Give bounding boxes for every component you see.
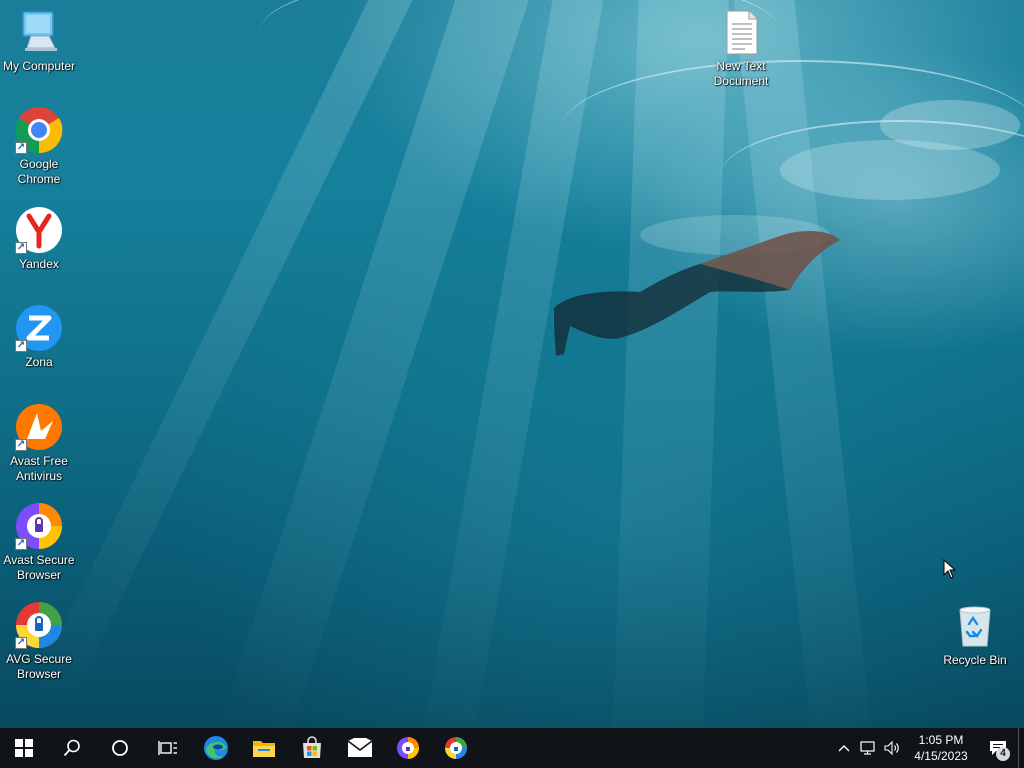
- avg-browser-icon: [445, 737, 467, 759]
- shortcut-arrow-icon: ↗: [15, 637, 27, 649]
- text-document-icon: [717, 8, 765, 56]
- mouse-cursor-icon: [943, 559, 957, 579]
- desktop-icon-label: Yandex: [19, 257, 59, 271]
- task-view-button[interactable]: [144, 728, 192, 768]
- taskbar-mail[interactable]: [336, 728, 384, 768]
- desktop-icon-new-text-document[interactable]: New Text Document: [702, 8, 780, 89]
- avast-antivirus-icon: ↗: [15, 403, 63, 451]
- diver-silhouette: [554, 231, 840, 356]
- zona-icon: ↗: [15, 304, 63, 352]
- show-desktop-button[interactable]: [1018, 728, 1024, 768]
- store-bag-icon: [303, 736, 321, 758]
- notification-count-badge: 4: [996, 747, 1010, 761]
- avast-browser-icon: [397, 737, 419, 759]
- shortcut-arrow-icon: ↗: [15, 538, 27, 550]
- shortcut-arrow-icon: ↗: [15, 439, 27, 451]
- desktop-icon-avast-secure-browser[interactable]: ↗ Avast Secure Browser: [0, 502, 78, 583]
- clock-time: 1:05 PM: [918, 733, 964, 747]
- desktop-icon-label: AVG Secure Browser: [6, 652, 72, 681]
- search-icon: [63, 739, 80, 757]
- task-view-icon: [158, 741, 177, 755]
- network-button[interactable]: [856, 728, 880, 768]
- taskbar-avast-secure-browser[interactable]: [384, 728, 432, 768]
- desktop-icon-recycle-bin[interactable]: Recycle Bin: [936, 602, 1014, 668]
- windows-logo-icon: [15, 739, 33, 757]
- cortana-button[interactable]: [96, 728, 144, 768]
- taskbar-microsoft-store[interactable]: [288, 728, 336, 768]
- search-button[interactable]: [48, 728, 96, 768]
- shortcut-arrow-icon: ↗: [15, 142, 27, 154]
- desktop-icon-label: Avast Secure Browser: [3, 553, 75, 582]
- desktop-icon-yandex[interactable]: ↗ Yandex: [0, 206, 78, 272]
- network-icon: [860, 741, 875, 755]
- start-button[interactable]: [0, 728, 48, 768]
- chrome-icon: ↗: [15, 106, 63, 154]
- clock-date: 4/15/2023: [914, 749, 968, 763]
- avast-browser-icon: ↗: [15, 502, 63, 550]
- show-hidden-icons-button[interactable]: [832, 728, 856, 768]
- desktop-icon-label: Avast Free Antivirus: [10, 454, 68, 483]
- desktop-wallpaper[interactable]: My Computer ↗ Google Chrome ↗ Yandex ↗ Z…: [0, 0, 1024, 728]
- cortana-ring-icon: [112, 740, 128, 756]
- desktop-icon-google-chrome[interactable]: ↗ Google Chrome: [0, 106, 78, 187]
- desktop-icon-zona[interactable]: ↗ Zona: [0, 304, 78, 370]
- taskbar-edge[interactable]: [192, 728, 240, 768]
- taskbar: 1:05 PM 4/15/2023 4: [0, 728, 1024, 768]
- chevron-up-icon: [838, 745, 850, 752]
- computer-icon: [15, 8, 63, 56]
- yandex-icon: ↗: [15, 206, 63, 254]
- shortcut-arrow-icon: ↗: [15, 242, 27, 254]
- desktop-icon-label: My Computer: [2, 59, 76, 73]
- mail-envelope-icon: [347, 738, 373, 757]
- shortcut-arrow-icon: ↗: [15, 340, 27, 352]
- volume-button[interactable]: [880, 728, 904, 768]
- desktop-icon-my-computer[interactable]: My Computer: [0, 8, 78, 74]
- desktop-icon-label: Google Chrome: [17, 157, 61, 186]
- avg-browser-icon: ↗: [15, 601, 63, 649]
- desktop-icon-label: Zona: [25, 355, 53, 369]
- speaker-icon: [884, 741, 899, 755]
- desktop-icon-avg-secure-browser[interactable]: ↗ AVG Secure Browser: [0, 601, 78, 682]
- folder-icon: [253, 741, 275, 757]
- desktop-icon-label: New Text Document: [713, 59, 769, 88]
- desktop-icon-avast-free-antivirus[interactable]: ↗ Avast Free Antivirus: [0, 403, 78, 484]
- action-center-button[interactable]: 4: [978, 728, 1018, 768]
- system-tray: 1:05 PM 4/15/2023 4: [832, 728, 1024, 768]
- taskbar-clock[interactable]: 1:05 PM 4/15/2023: [904, 732, 978, 764]
- taskbar-file-explorer[interactable]: [240, 728, 288, 768]
- edge-icon: [204, 736, 228, 760]
- desktop-icon-label: Recycle Bin: [943, 653, 1007, 667]
- recycle-bin-icon: [951, 602, 999, 650]
- taskbar-avg-secure-browser[interactable]: [432, 728, 480, 768]
